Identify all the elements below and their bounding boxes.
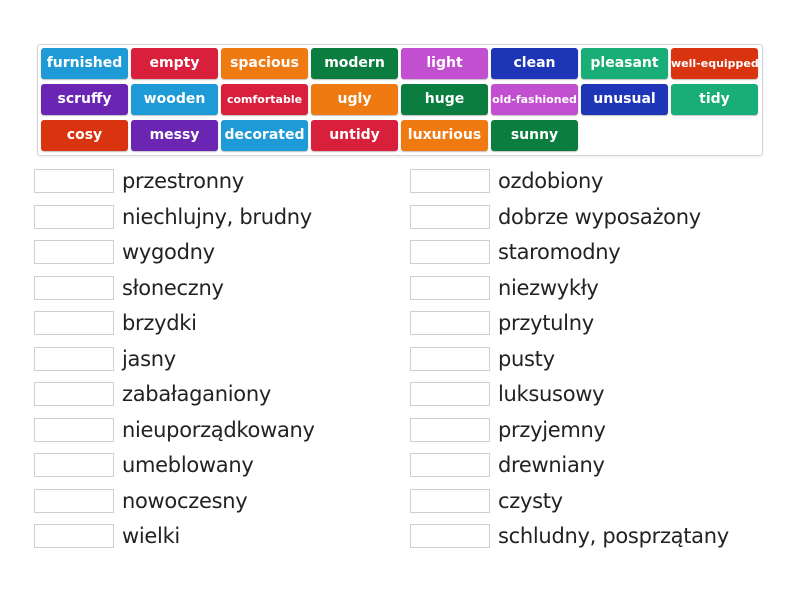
word-tile[interactable]: empty <box>131 48 218 79</box>
drop-slot[interactable] <box>34 204 114 229</box>
match-row: nowoczesny <box>34 488 248 514</box>
match-row: staromodny <box>410 239 621 265</box>
definition-label: nowoczesny <box>122 488 248 513</box>
drop-slot[interactable] <box>410 204 490 229</box>
word-tile[interactable]: messy <box>131 120 218 151</box>
drop-slot[interactable] <box>34 240 114 264</box>
definition-label: przyjemny <box>498 417 606 442</box>
word-tile[interactable]: old-fashioned <box>491 84 578 115</box>
word-tile[interactable]: modern <box>311 48 398 79</box>
definition-label: niezwykły <box>498 275 599 300</box>
drop-slot[interactable] <box>34 346 114 371</box>
word-tile[interactable]: furnished <box>41 48 128 79</box>
word-tile[interactable]: sunny <box>491 120 578 151</box>
drop-slot[interactable] <box>410 417 490 442</box>
match-row: dobrze wyposażony <box>410 204 701 230</box>
word-tile[interactable]: decorated <box>221 120 308 151</box>
definition-label: umeblowany <box>122 453 254 477</box>
match-row: przestronny <box>34 168 244 194</box>
match-row: wygodny <box>34 239 215 265</box>
definition-label: nieuporządkowany <box>122 417 315 442</box>
drop-slot[interactable] <box>34 382 114 406</box>
match-row: umeblowany <box>34 452 254 478</box>
match-row: niechlujny, brudny <box>34 204 312 230</box>
drop-slot[interactable] <box>34 275 114 300</box>
word-tile[interactable]: pleasant <box>581 48 668 79</box>
definition-label: ozdobiony <box>498 169 604 193</box>
word-tile[interactable]: scruffy <box>41 84 128 115</box>
match-row: przyjemny <box>410 417 606 443</box>
match-row: drewniany <box>410 452 605 478</box>
definition-label: przytulny <box>498 311 594 335</box>
definition-label: słoneczny <box>122 275 224 300</box>
drop-slot[interactable] <box>410 169 490 193</box>
word-tile[interactable]: wooden <box>131 84 218 115</box>
drop-slot[interactable] <box>410 346 490 371</box>
definition-label: zabałaganiony <box>122 382 271 406</box>
drop-slot[interactable] <box>34 453 114 477</box>
drop-slot[interactable] <box>34 524 114 548</box>
definition-label: luksusowy <box>498 382 605 406</box>
drop-slot[interactable] <box>410 488 490 513</box>
drop-slot[interactable] <box>410 524 490 548</box>
definition-label: jasny <box>122 346 176 371</box>
drop-slot[interactable] <box>34 488 114 513</box>
match-row: słoneczny <box>34 275 224 301</box>
word-tile[interactable]: untidy <box>311 120 398 151</box>
drop-slot[interactable] <box>410 275 490 300</box>
word-tile[interactable]: huge <box>401 84 488 115</box>
match-row: luksusowy <box>410 381 605 407</box>
definition-label: wielki <box>122 524 180 548</box>
word-tile[interactable]: ugly <box>311 84 398 115</box>
drop-slot[interactable] <box>34 417 114 442</box>
match-row: nieuporządkowany <box>34 417 315 443</box>
drop-slot[interactable] <box>410 240 490 264</box>
word-tile[interactable]: light <box>401 48 488 79</box>
word-tile[interactable]: unusual <box>581 84 668 115</box>
definition-label: dobrze wyposażony <box>498 204 701 229</box>
match-row: przytulny <box>410 310 594 336</box>
match-row: brzydki <box>34 310 197 336</box>
definition-label: wygodny <box>122 240 215 264</box>
word-bank: furnished empty spacious modern light clean pl… <box>37 44 763 156</box>
match-row: pusty <box>410 346 555 372</box>
definition-label: czysty <box>498 488 563 513</box>
match-row: wielki <box>34 523 180 549</box>
drop-slot[interactable] <box>410 311 490 335</box>
definition-label: staromodny <box>498 240 621 264</box>
definition-label: pusty <box>498 346 555 371</box>
definition-label: schludny, posprzątany <box>498 524 729 548</box>
drop-slot[interactable] <box>34 311 114 335</box>
definition-label: brzydki <box>122 311 197 335</box>
drop-slot[interactable] <box>34 169 114 193</box>
word-tile[interactable]: luxurious <box>401 120 488 151</box>
match-row: schludny, posprzątany <box>410 523 729 549</box>
word-tile[interactable]: cosy <box>41 120 128 151</box>
definition-label: niechlujny, brudny <box>122 204 312 229</box>
word-tile[interactable]: clean <box>491 48 578 79</box>
match-row: niezwykły <box>410 275 599 301</box>
definition-label: drewniany <box>498 453 605 477</box>
match-row: zabałaganiony <box>34 381 271 407</box>
word-tile[interactable]: tidy <box>671 84 758 115</box>
definition-label: przestronny <box>122 169 244 193</box>
match-row: jasny <box>34 346 176 372</box>
word-tile[interactable]: well-equipped <box>671 48 758 79</box>
match-row: ozdobiony <box>410 168 603 194</box>
match-row: czysty <box>410 488 563 514</box>
drop-slot[interactable] <box>410 382 490 406</box>
word-tile[interactable]: comfortable <box>221 84 308 115</box>
word-tile[interactable]: spacious <box>221 48 308 79</box>
drop-slot[interactable] <box>410 453 490 477</box>
